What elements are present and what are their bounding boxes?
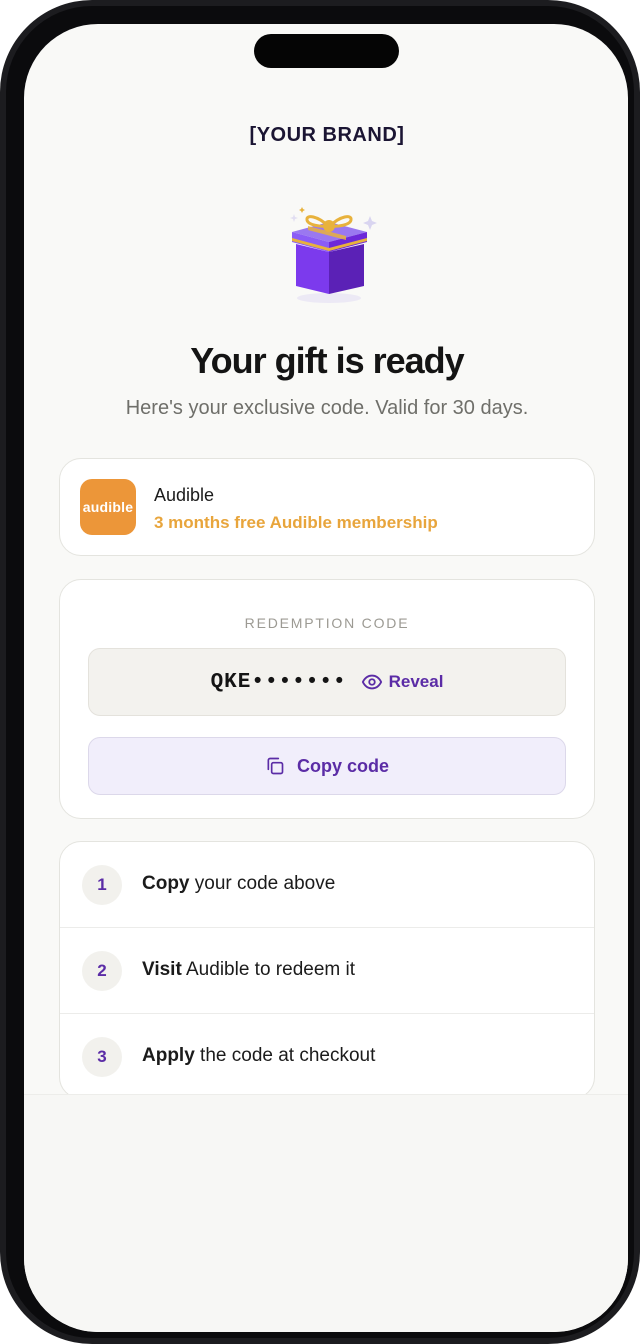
step-number: 2 — [82, 951, 122, 991]
step-item: 3 Apply the code at checkout — [60, 1013, 594, 1099]
reveal-label: Reveal — [388, 672, 444, 691]
step-action: Copy — [142, 873, 190, 894]
screen: [YOUR BRAND] Your gift is ready Here's y… — [24, 24, 628, 1332]
empty-lower-area — [24, 1094, 628, 1332]
step-text: Apply the code at checkout — [142, 1045, 375, 1067]
redemption-code-card: REDEMPTION CODE QKE••••••• Reveal Copy c… — [59, 579, 595, 819]
main-content: [YOUR BRAND] Your gift is ready Here's y… — [53, 86, 601, 1099]
copy-icon — [267, 757, 284, 775]
step-rest: your code above — [189, 873, 336, 894]
step-number: 3 — [82, 1037, 122, 1077]
reveal-button[interactable]: Reveal — [361, 671, 444, 693]
logo-text: audible — [82, 499, 134, 515]
offer-description: 3 months free Audible membership — [154, 513, 438, 532]
step-rest: Audible to redeem it — [181, 959, 355, 980]
offer-card: audible Audible 3 months free Audible me… — [59, 458, 595, 556]
step-item: 1 Copy your code above — [60, 842, 594, 927]
masked-code: QKE••••••• — [210, 670, 347, 694]
step-item: 2 Visit Audible to redeem it — [60, 927, 594, 1013]
step-action: Apply — [142, 1045, 195, 1066]
code-display: QKE••••••• Reveal — [88, 648, 566, 716]
eye-icon — [361, 674, 382, 690]
code-label: REDEMPTION CODE — [244, 615, 410, 631]
audible-logo: audible — [80, 479, 136, 535]
phone-bezel: [YOUR BRAND] Your gift is ready Here's y… — [6, 6, 634, 1338]
offer-name: Audible — [154, 485, 215, 505]
gift-box-illustration — [274, 194, 384, 304]
copy-label: Copy code — [296, 755, 389, 776]
phone-frame: [YOUR BRAND] Your gift is ready Here's y… — [0, 0, 640, 1344]
steps-card: 1 Copy your code above 2 Visit Audible t… — [59, 841, 595, 1099]
copy-code-button[interactable]: Copy code — [88, 737, 566, 795]
step-text: Visit Audible to redeem it — [142, 959, 355, 981]
step-text: Copy your code above — [142, 873, 335, 895]
step-number: 1 — [82, 865, 122, 905]
dynamic-island — [254, 34, 399, 68]
page-subtitle: Here's your exclusive code. Valid for 30… — [125, 397, 529, 419]
step-rest: the code at checkout — [194, 1045, 376, 1066]
page-title: Your gift is ready — [190, 340, 464, 381]
step-action: Visit — [142, 959, 182, 980]
brand-name: [YOUR BRAND] — [249, 124, 405, 146]
